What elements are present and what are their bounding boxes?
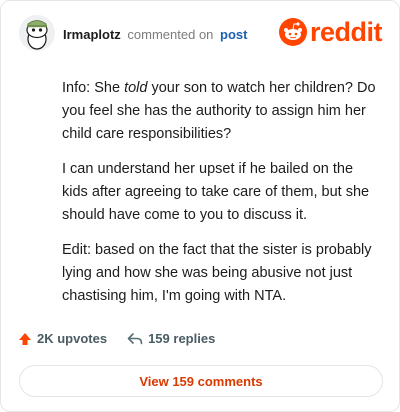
post-link[interactable]: post — [220, 27, 247, 42]
comment-paragraph-1: Info: She told your son to watch her chi… — [62, 80, 376, 142]
reply-arrow-icon — [127, 332, 143, 344]
upvote-arrow-icon — [19, 332, 31, 345]
comment-card: Irmaplotz commented on post reddit Info:… — [0, 0, 400, 412]
comment-body: Info: She told your son to watch her chi… — [62, 77, 380, 320]
upvote-count: 2K upvotes — [37, 331, 108, 346]
avatar[interactable] — [19, 15, 55, 51]
comment-header: Irmaplotz commented on post — [63, 27, 248, 43]
comment-actions: 2K upvotes 159 replies — [18, 331, 215, 346]
comment-paragraph-2: I can understand her upset if he bailed … — [62, 161, 370, 223]
snoo-avatar-icon — [19, 15, 55, 51]
reddit-logo[interactable]: reddit — [279, 17, 383, 47]
upvote-button[interactable]: 2K upvotes — [18, 331, 107, 346]
username-link[interactable]: Irmaplotz — [63, 27, 121, 42]
reddit-wordmark: reddit — [310, 17, 383, 47]
commented-on-text: commented on — [127, 27, 214, 42]
reddit-snoo-icon — [279, 18, 307, 46]
reply-count: 159 replies — [148, 331, 216, 346]
view-comments-button[interactable]: View 159 comments — [19, 365, 383, 397]
comment-paragraph-3: Edit: based on the fact that the sister … — [62, 242, 372, 304]
replies-button[interactable]: 159 replies — [127, 331, 215, 346]
